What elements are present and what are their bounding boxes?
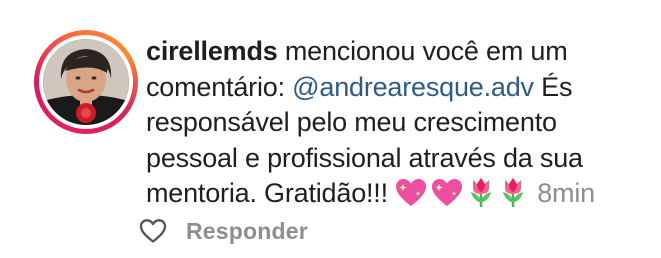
comment-timestamp: 8min <box>537 178 595 208</box>
comment-actions: Responder <box>138 216 308 246</box>
tulip-icon <box>499 176 527 218</box>
avatar-story-ring[interactable] <box>34 30 138 134</box>
tulip-icon <box>467 176 495 218</box>
username-link[interactable]: cirellemds <box>146 36 278 66</box>
comment-text: cirellemds mencionou você em um comentár… <box>146 34 646 218</box>
avatar <box>43 39 129 125</box>
sparkling-heart-icon <box>431 178 463 218</box>
comment-notification: cirellemds mencionou você em um comentár… <box>0 0 661 258</box>
sparkling-heart-icon <box>395 178 427 218</box>
mention-link[interactable]: @andrearesque.adv <box>292 72 534 102</box>
heart-outline-icon[interactable] <box>138 216 168 246</box>
reply-button[interactable]: Responder <box>186 218 308 245</box>
